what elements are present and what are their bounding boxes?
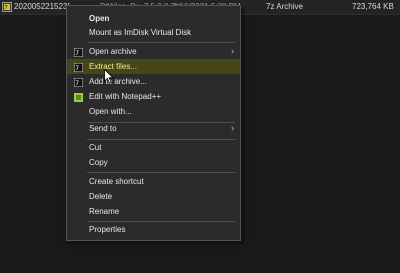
menu-item-label: Add to archive...	[89, 77, 147, 86]
7z-archive-icon: 7	[2, 2, 12, 12]
menu-item-open[interactable]: Open	[67, 11, 240, 26]
menu-item-open-archive[interactable]: 7 Open archive ›	[67, 44, 240, 59]
mouse-cursor-icon	[104, 69, 114, 84]
submenu-arrow-icon: ›	[231, 46, 234, 56]
menu-item-create-shortcut[interactable]: Create shortcut	[67, 174, 240, 189]
7zip-icon: 7	[73, 77, 84, 88]
file-explorer: 7 20200522152303 DtWins..Dv..7.5.0.0.7z …	[0, 0, 400, 273]
menu-item-send-to[interactable]: Send to ›	[67, 121, 240, 136]
menu-item-label: Properties	[89, 225, 126, 234]
menu-item-label: Delete	[89, 192, 113, 201]
menu-item-delete[interactable]: Delete	[67, 189, 240, 204]
menu-item-rename[interactable]: Rename	[67, 204, 240, 219]
menu-item-label: Edit with Notepad++	[89, 92, 162, 101]
menu-item-properties[interactable]: Properties	[67, 222, 240, 237]
file-type: 7z Archive	[266, 2, 303, 11]
svg-text:7: 7	[75, 80, 79, 87]
file-size: 723,764 KB	[352, 2, 394, 11]
menu-item-cut[interactable]: Cut	[67, 140, 240, 155]
svg-text:7: 7	[75, 65, 79, 72]
menu-separator	[87, 42, 235, 43]
notepad-plus-plus-icon	[74, 92, 83, 102]
menu-item-label: Cut	[89, 143, 102, 152]
file-name: 20200522152303	[14, 2, 70, 11]
menu-item-copy[interactable]: Copy	[67, 155, 240, 170]
menu-item-label: Send to	[89, 124, 117, 133]
menu-item-label: Open	[89, 14, 110, 23]
7zip-icon: 7	[73, 47, 84, 58]
menu-item-open-with[interactable]: Open with...	[67, 104, 240, 119]
menu-item-label: Create shortcut	[89, 177, 144, 186]
submenu-arrow-icon: ›	[231, 123, 234, 133]
menu-item-label: Open archive	[89, 47, 137, 56]
svg-text:7: 7	[75, 50, 79, 57]
7zip-icon: 7	[73, 62, 84, 73]
svg-text:7: 7	[5, 5, 8, 11]
menu-item-label: Open with...	[89, 107, 132, 116]
menu-item-mount-imdisk[interactable]: Mount as ImDisk Virtual Disk	[67, 25, 240, 40]
menu-item-add-to-archive[interactable]: 7 Add to archive...	[67, 74, 240, 89]
menu-item-label: Rename	[89, 207, 120, 216]
menu-separator	[87, 172, 235, 173]
menu-item-label: Mount as ImDisk Virtual Disk	[89, 28, 192, 37]
context-menu: Open Mount as ImDisk Virtual Disk 7 Open…	[66, 5, 241, 241]
menu-item-label: Copy	[89, 158, 108, 167]
menu-item-extract-files[interactable]: 7 Extract files...	[67, 59, 240, 74]
menu-item-edit-notepad[interactable]: Edit with Notepad++	[67, 89, 240, 104]
